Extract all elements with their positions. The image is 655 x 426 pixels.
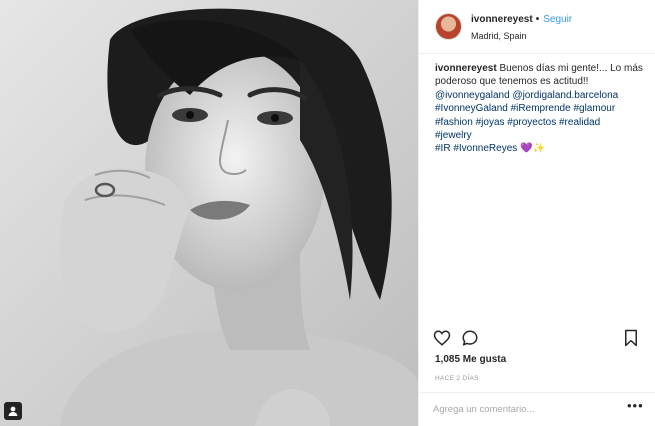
hashtag-link[interactable]: #IR (435, 143, 451, 154)
user-line: ivonnereyest • Seguir (471, 14, 572, 25)
emoji-text: 💜✨ (520, 143, 545, 155)
location-link[interactable]: Madrid, Spain (471, 31, 527, 41)
post-timestamp: HACE 2 DÍAS (435, 375, 479, 382)
hashtag-link[interactable]: #proyectos (507, 117, 556, 128)
more-options-button[interactable]: ••• (627, 398, 644, 413)
comment-button[interactable] (461, 329, 479, 347)
comment-input[interactable] (433, 402, 613, 416)
save-button[interactable] (622, 329, 640, 347)
comment-section: ••• (419, 392, 655, 426)
hashtag-link[interactable]: #glamour (573, 103, 615, 114)
comment-icon (462, 330, 478, 346)
tag-button[interactable] (4, 402, 22, 420)
heart-icon (433, 330, 451, 346)
action-bar (419, 327, 655, 351)
hashtag-link[interactable]: #iRemprende (511, 103, 571, 114)
caption-username[interactable]: ivonnereyest (435, 63, 497, 74)
hashtag-link[interactable]: #fashion (435, 117, 473, 128)
hashtag-link[interactable]: #jewelry (435, 130, 472, 141)
post-photo[interactable] (0, 0, 418, 426)
mention-link[interactable]: @jordigaland.barcelona (512, 90, 618, 101)
hashtag-link[interactable]: #joyas (476, 117, 505, 128)
hashtag-link[interactable]: #IvonneyGaland (435, 103, 508, 114)
bookmark-icon (625, 329, 637, 347)
hashtag-link[interactable]: #IvonneReyes (453, 143, 517, 154)
instagram-post: ivonnereyest • Seguir Madrid, Spain ivonne… (0, 0, 655, 426)
follow-button[interactable]: Seguir (543, 14, 572, 25)
avatar[interactable] (435, 13, 462, 40)
hashtag-link[interactable]: #realidad (559, 117, 600, 128)
post-caption: ivonnereyest Buenos días mi gente!... Lo… (435, 62, 645, 156)
username-link[interactable]: ivonnereyest (471, 14, 533, 25)
post-sidebar: ivonnereyest • Seguir Madrid, Spain ivonne… (418, 0, 655, 426)
post-header: ivonnereyest • Seguir Madrid, Spain (419, 0, 655, 54)
likes-count[interactable]: 1,085 Me gusta (435, 354, 506, 365)
like-button[interactable] (433, 329, 451, 347)
mention-link[interactable]: @ivonneygaland (435, 90, 510, 101)
portrait-image (0, 0, 418, 426)
separator-dot: • (535, 14, 540, 25)
user-tag-icon (8, 406, 18, 416)
